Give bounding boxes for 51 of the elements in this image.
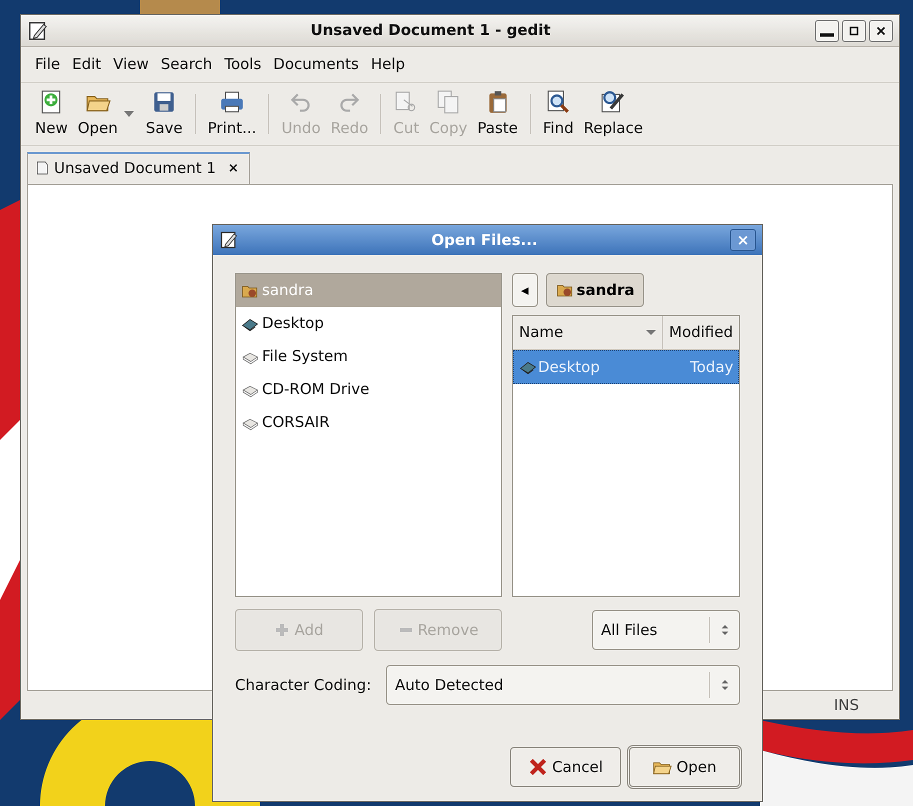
window-title: Unsaved Document 1 - gedit (309, 20, 552, 42)
insert-mode-indicator: INS (834, 694, 859, 716)
document-icon (34, 160, 50, 176)
close-button[interactable] (869, 20, 893, 42)
printer-icon (219, 88, 246, 114)
column-header[interactable]: Modified (663, 316, 739, 349)
character-coding-dropdown[interactable]: Auto Detected (386, 665, 740, 705)
plus-icon (274, 622, 290, 638)
dialog-title: Open Files... (430, 230, 539, 251)
places-item[interactable]: Desktop (236, 307, 501, 340)
menu-item[interactable]: Search (156, 51, 216, 78)
menu-item[interactable]: File (31, 51, 64, 78)
notepad-icon (27, 20, 49, 42)
tab-close-button[interactable]: × (228, 158, 239, 178)
document-tab[interactable]: Unsaved Document 1 × (27, 152, 250, 184)
magnifier-icon (545, 88, 572, 114)
toolbar-button[interactable]: Open (74, 88, 122, 139)
path-button[interactable]: sandra (546, 273, 644, 307)
open-button[interactable]: Open (629, 747, 740, 787)
pencil-paper-icon (600, 88, 626, 114)
file-name: Desktop (538, 356, 600, 378)
menu-item[interactable]: Tools (220, 51, 266, 78)
dropdown-arrow-icon[interactable] (124, 110, 134, 117)
minimize-button[interactable] (815, 20, 839, 42)
file-type-dropdown[interactable]: All Files (592, 610, 740, 650)
toolbar-button[interactable]: Save (142, 88, 187, 139)
column-header[interactable]: Name (513, 316, 663, 349)
spinner-arrows-icon (720, 624, 730, 636)
spinner-arrows-icon (720, 679, 730, 691)
toolbar-button[interactable]: Print... (204, 88, 260, 139)
toolbar-button[interactable]: Paste (473, 88, 522, 139)
cross-icon (528, 757, 548, 777)
file-modified: Today (689, 356, 734, 378)
menu-item[interactable]: View (109, 51, 153, 78)
notepad-icon (219, 230, 239, 250)
back-button[interactable]: ◂ (512, 273, 538, 307)
places-item[interactable]: File System (236, 340, 501, 373)
cancel-button[interactable]: Cancel (510, 747, 621, 787)
maximize-button[interactable] (842, 20, 866, 42)
copy-pages-icon (435, 88, 462, 114)
toolbar-button[interactable]: Replace (580, 88, 647, 139)
toolbar-button[interactable]: New (31, 88, 72, 139)
menu-item[interactable]: Help (366, 51, 410, 78)
places-item[interactable]: CD-ROM Drive (236, 373, 501, 406)
places-item[interactable]: CORSAIR (236, 406, 501, 439)
minimize-icon (820, 32, 834, 36)
sort-arrow-icon (646, 330, 656, 335)
toolbar-button[interactable]: Find (538, 88, 578, 139)
menu-item[interactable]: Edit (68, 51, 106, 78)
menu-item[interactable]: Documents (269, 51, 363, 78)
character-coding-label: Character Coding: (235, 674, 372, 696)
